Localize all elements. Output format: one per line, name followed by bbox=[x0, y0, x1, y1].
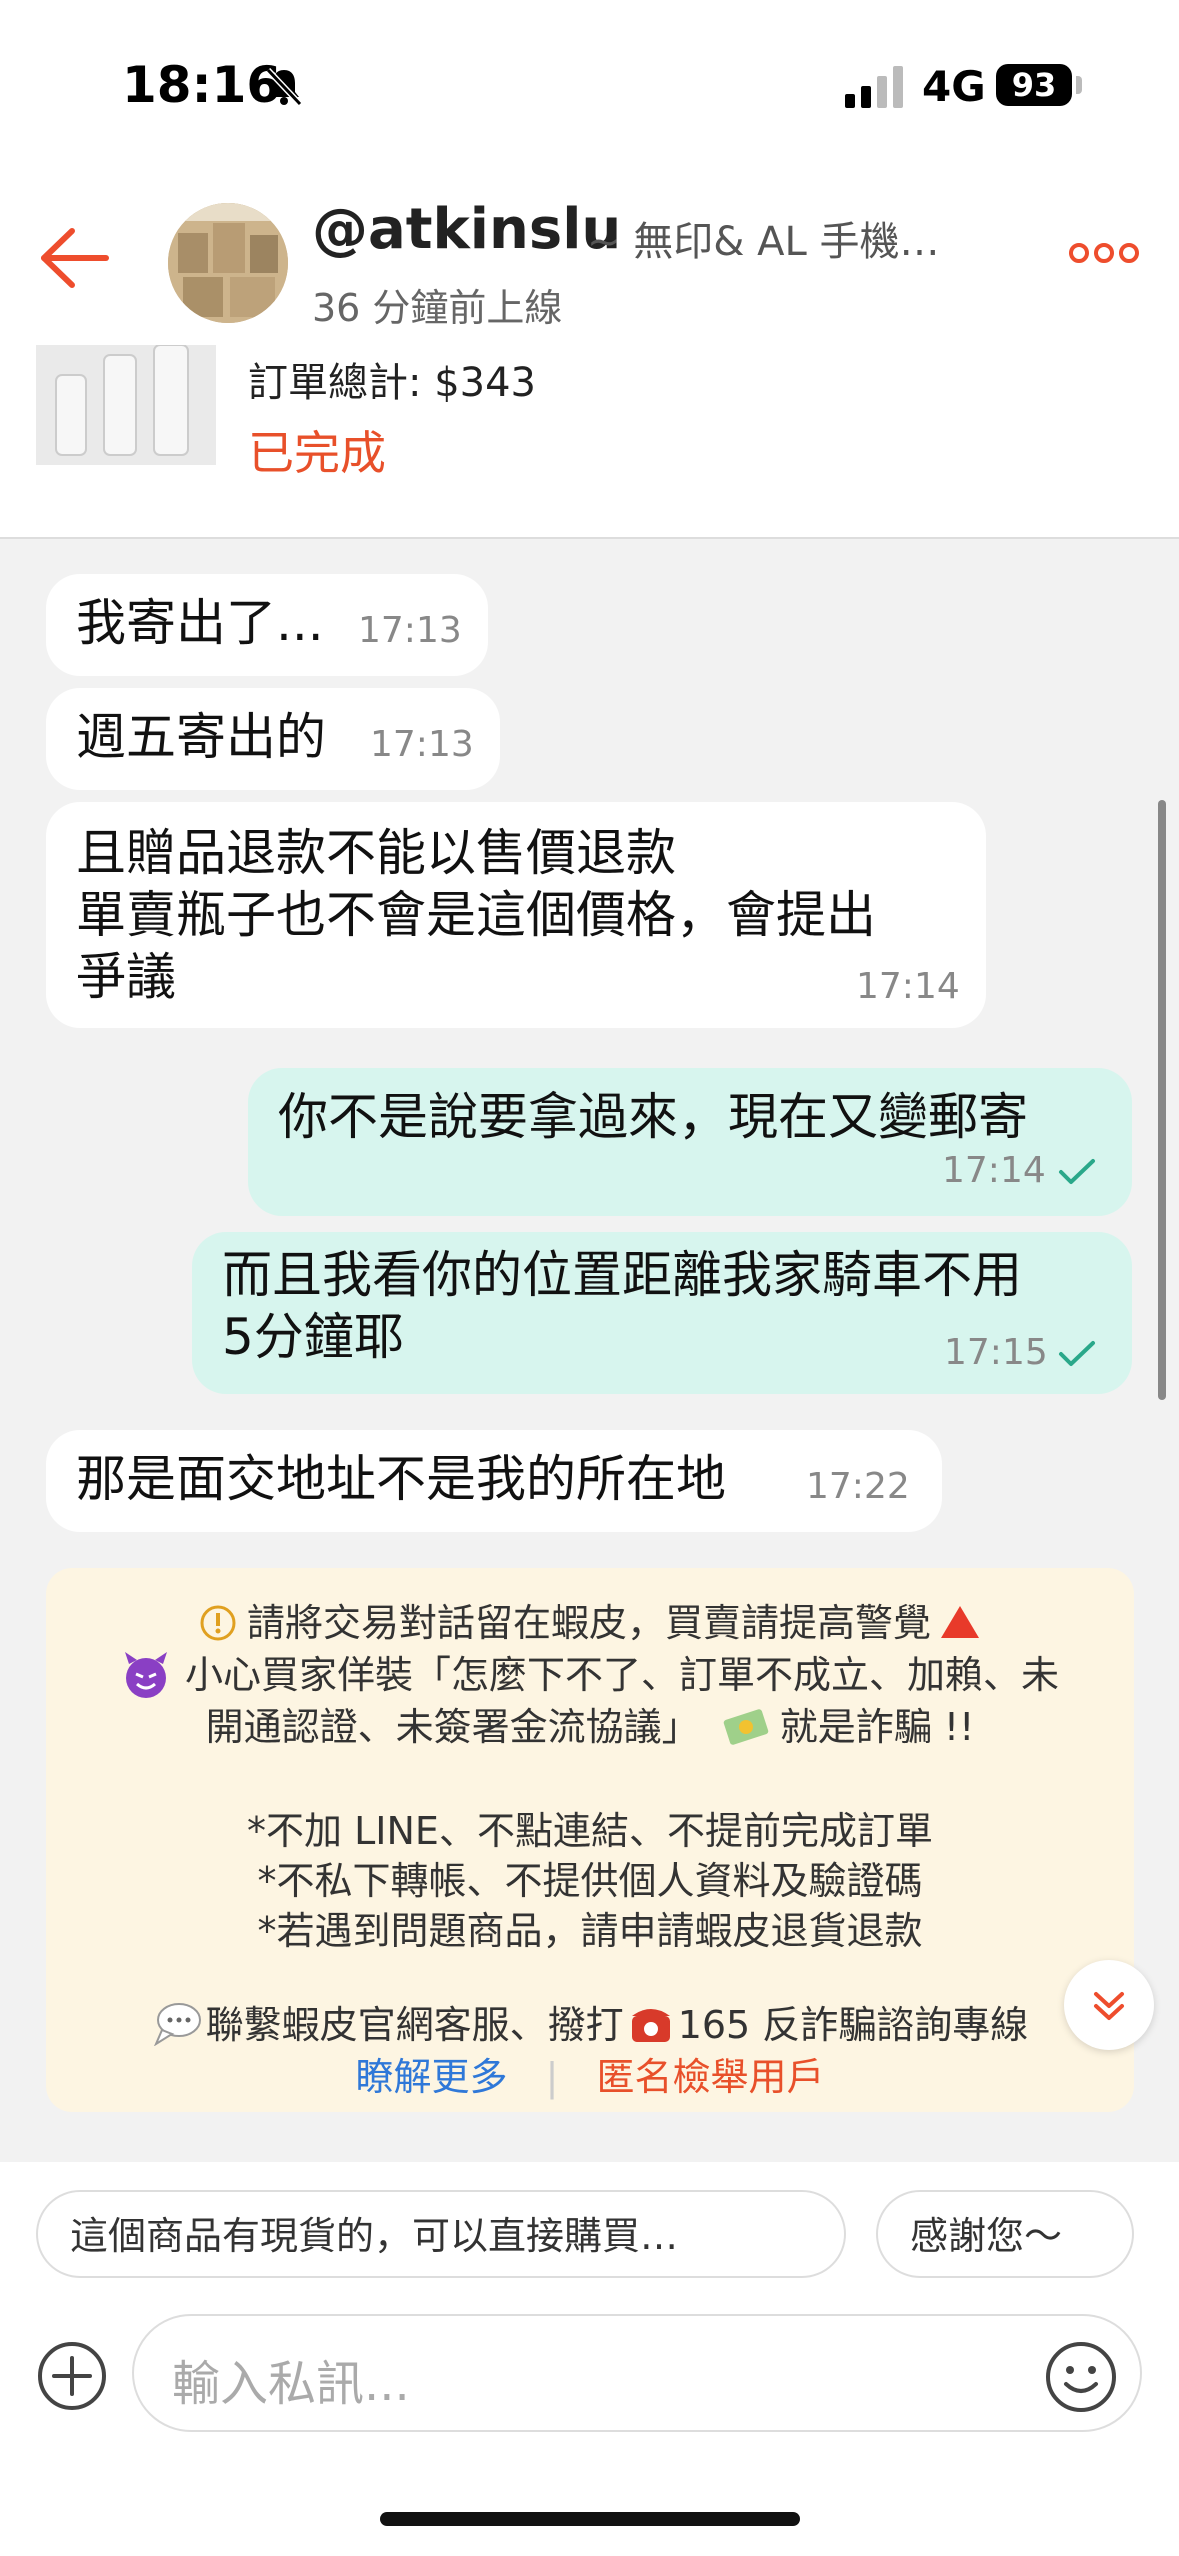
warning-line-2: 小心買家佯裝「怎麼下不了、訂單不成立、加賴、未 bbox=[46, 1644, 1134, 1700]
message-input[interactable]: 輸入私訊... bbox=[132, 2314, 1142, 2432]
check-icon bbox=[1059, 1341, 1095, 1366]
online-status: 36 分鐘前上線 bbox=[312, 286, 563, 330]
order-status: 已完成 bbox=[248, 426, 386, 480]
message-text-line: 5分鐘耶 bbox=[222, 1308, 404, 1366]
avatar-image bbox=[168, 203, 288, 323]
contact-text: 165 反詐騙諮詢專線 bbox=[677, 2003, 1029, 2047]
devil-emoji-icon bbox=[124, 1652, 167, 1698]
warning-actions: 瞭解更多 | 匿名檢舉用戶 bbox=[46, 2046, 1134, 2101]
warning-rule: *不私下轉帳、不提供個人資料及驗證碼 bbox=[257, 1859, 923, 1903]
avatar[interactable] bbox=[168, 203, 288, 323]
warning-contact: 聯繫蝦皮官網客服、撥打 165 反詐騙諮詢專線 bbox=[46, 1994, 1134, 2049]
message-bubble-incoming[interactable]: 週五寄出的 17:13 bbox=[46, 688, 500, 790]
learn-more-link[interactable]: 瞭解更多 bbox=[355, 2055, 507, 2099]
back-arrow-icon[interactable] bbox=[36, 225, 112, 291]
warning-rule: *若遇到問題商品，請申請蝦皮退貨退款 bbox=[257, 1909, 923, 1953]
message-text: 那是面交地址不是我的所在地 bbox=[76, 1450, 726, 1508]
warning-text: 開通認證、未簽署金流協議」 bbox=[205, 1705, 700, 1749]
username[interactable]: @atkinslu bbox=[312, 197, 621, 262]
scrollbar[interactable] bbox=[1158, 800, 1166, 1400]
warning-text: 就是詐騙 !! bbox=[779, 1705, 975, 1749]
message-text: 我寄出了... bbox=[76, 594, 324, 652]
message-bubble-incoming[interactable]: 那是面交地址不是我的所在地 17:22 bbox=[46, 1430, 942, 1532]
check-icon bbox=[1059, 1159, 1095, 1184]
product-thumbnail bbox=[36, 344, 216, 465]
smiley-icon[interactable] bbox=[1044, 2340, 1118, 2414]
message-input-placeholder: 輸入私訊... bbox=[172, 2356, 410, 2412]
message-time: 17:14 bbox=[856, 966, 960, 1007]
warning-text: 小心買家佯裝「怎麼下不了、訂單不成立、加賴、未 bbox=[184, 1653, 1059, 1697]
chevron-down-icon bbox=[1094, 1992, 1124, 2020]
scroll-to-bottom-button[interactable] bbox=[1064, 1960, 1154, 2050]
signal-icon bbox=[845, 66, 903, 108]
bell-slash-icon bbox=[265, 67, 303, 107]
warning-text: 請將交易對話留在蝦皮，買賣請提高警覺 bbox=[246, 1601, 931, 1645]
status-bar: 18:16 4G 93 bbox=[0, 0, 1179, 175]
order-card[interactable]: 訂單總計: $343 已完成 bbox=[0, 344, 1179, 539]
warning-rule: *不加 LINE、不點連結、不提前完成訂單 bbox=[247, 1809, 933, 1853]
message-time: 17:15 bbox=[944, 1332, 1048, 1373]
chat-header: @atkinslu ~ 無印& AL 手機… 36 分鐘前上線 bbox=[0, 175, 1179, 345]
telephone-icon bbox=[631, 2009, 670, 2042]
warning-line-1: 請將交易對話留在蝦皮，買賣請提高警覺 bbox=[46, 1592, 1134, 1647]
message-text: 週五寄出的 bbox=[76, 708, 326, 766]
warning-line-3: 開通認證、未簽署金流協議」 就是詐騙 !! bbox=[46, 1696, 1134, 1751]
report-user-link[interactable]: 匿名檢舉用戶 bbox=[597, 2055, 825, 2099]
message-text-line: 爭議 bbox=[76, 948, 176, 1006]
message-time: 17:22 bbox=[806, 1466, 910, 1507]
message-text-line: 單賣瓶子也不會是這個價格，會提出 bbox=[76, 886, 876, 944]
message-bubble-outgoing[interactable]: 你不是說要拿過來，現在又變郵寄 17:14 bbox=[248, 1068, 1132, 1216]
message-bubble-incoming[interactable]: 且贈品退款不能以售價退款 單賣瓶子也不會是這個價格，會提出 爭議 17:14 bbox=[46, 802, 986, 1028]
more-icon[interactable] bbox=[1068, 241, 1140, 265]
message-time: 17:14 bbox=[942, 1150, 1046, 1191]
speech-bubble-icon bbox=[153, 2003, 201, 2047]
battery-tip bbox=[1076, 76, 1082, 94]
message-text-line: 且贈品退款不能以售價退款 bbox=[76, 824, 676, 882]
plus-icon[interactable] bbox=[36, 2340, 108, 2412]
quick-reply-chip[interactable]: 這個商品有現貨的，可以直接購買… bbox=[36, 2190, 846, 2278]
message-text-line: 而且我看你的位置距離我家騎車不用 bbox=[222, 1246, 1022, 1304]
message-bubble-incoming[interactable]: 我寄出了... 17:13 bbox=[46, 574, 488, 676]
safety-warning-card: 請將交易對話留在蝦皮，買賣請提高警覺 小心買家佯裝「怎麼下不了、訂單不成立、加賴… bbox=[46, 1568, 1134, 2112]
composer-area: 這個商品有現貨的，可以直接購買… 感謝您～ 輸入私訊... bbox=[0, 2162, 1179, 2556]
order-total: 訂單總計: $343 bbox=[248, 360, 536, 406]
money-emoji-icon bbox=[723, 1709, 769, 1745]
message-bubble-outgoing[interactable]: 而且我看你的位置距離我家騎車不用 5分鐘耶 17:15 bbox=[192, 1232, 1132, 1394]
network-type: 4G bbox=[922, 62, 986, 111]
quick-reply-chip[interactable]: 感謝您～ bbox=[876, 2190, 1134, 2278]
home-indicator[interactable] bbox=[380, 2512, 800, 2526]
status-time: 18:16 bbox=[122, 56, 282, 114]
battery-level: 93 bbox=[996, 64, 1072, 106]
contact-text: 聯繫蝦皮官網客服、撥打 bbox=[205, 2003, 624, 2047]
message-time: 17:13 bbox=[370, 724, 474, 765]
message-text: 你不是說要拿過來，現在又變郵寄 bbox=[278, 1088, 1028, 1146]
shop-name: ~ 無印& AL 手機… bbox=[587, 219, 940, 265]
warning-circle-icon bbox=[200, 1605, 236, 1641]
red-triangle-icon bbox=[941, 1606, 979, 1638]
divider: | bbox=[545, 2055, 559, 2099]
message-time: 17:13 bbox=[358, 610, 462, 651]
